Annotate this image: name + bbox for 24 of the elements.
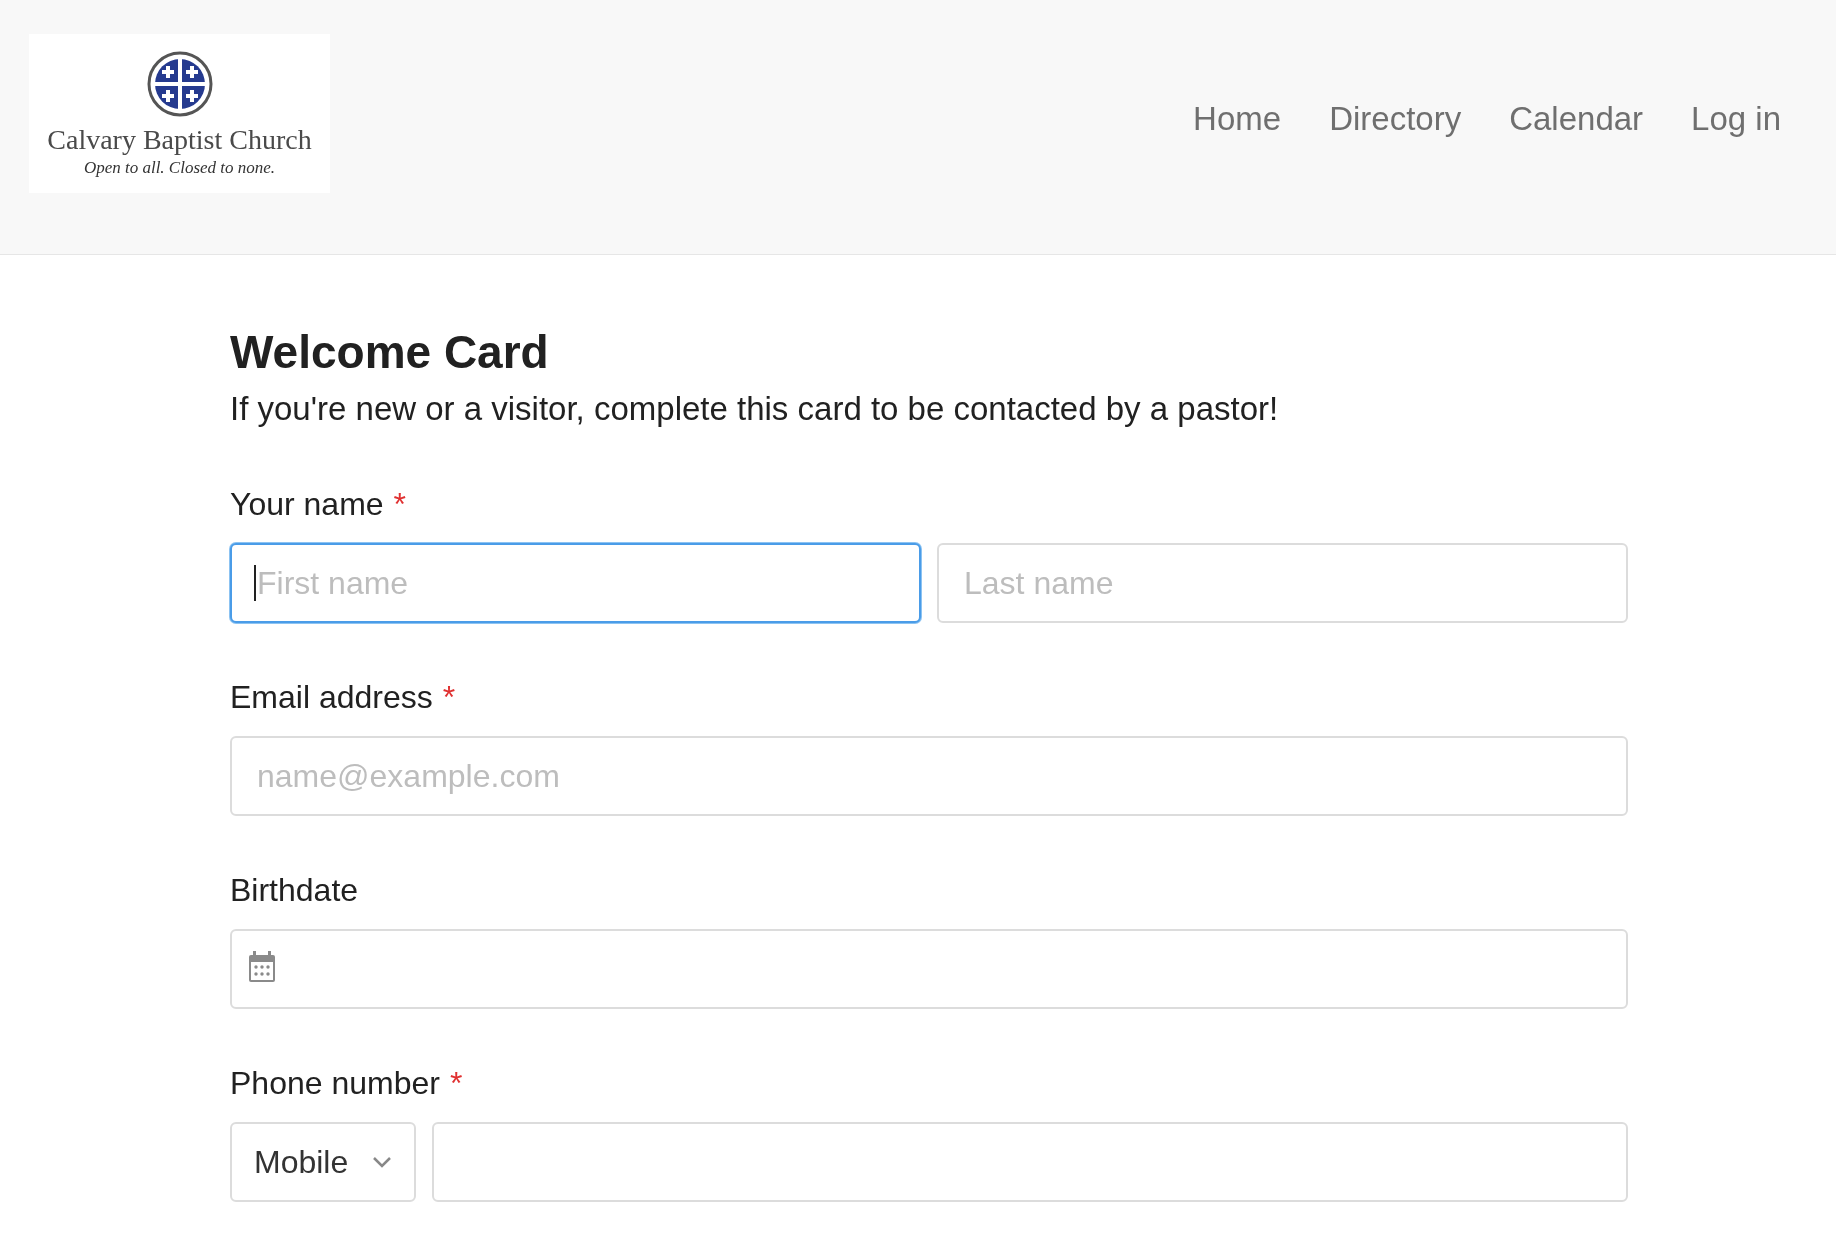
date-field[interactable] bbox=[230, 929, 1628, 1010]
field-label: Birthdate bbox=[230, 872, 359, 910]
nav-link[interactable]: Directory bbox=[1329, 100, 1462, 138]
required-mark: * bbox=[393, 486, 407, 524]
cross-emblem-icon bbox=[145, 50, 214, 118]
name-field[interactable]: First name bbox=[230, 543, 921, 624]
required-mark: * bbox=[449, 1065, 463, 1103]
church-tagline: Open to all. Closed to none. bbox=[83, 158, 276, 178]
field-label: Email address bbox=[230, 679, 433, 717]
form-title: Welcome Card bbox=[230, 325, 550, 380]
nav-link[interactable]: Log in bbox=[1691, 100, 1781, 138]
chevron-down-icon bbox=[372, 1156, 392, 1169]
church-name: Calvary Baptist Church bbox=[47, 124, 312, 156]
form-intro: If you're new or a visitor, complete this card to be contacted by a pastor! bbox=[230, 390, 1280, 429]
required-mark: * bbox=[442, 679, 456, 717]
email-field[interactable]: name@example.com bbox=[230, 736, 1628, 817]
text-cursor bbox=[254, 565, 256, 602]
phone-type-dropdown[interactable]: Mobile bbox=[230, 1122, 416, 1203]
nav-link[interactable]: Calendar bbox=[1509, 100, 1644, 138]
nav-link[interactable]: Home bbox=[1193, 100, 1282, 138]
field-label: Phone number bbox=[230, 1065, 440, 1103]
field-label: Your name bbox=[230, 486, 384, 524]
phone-field[interactable] bbox=[432, 1122, 1628, 1203]
calendar-icon bbox=[248, 951, 276, 984]
